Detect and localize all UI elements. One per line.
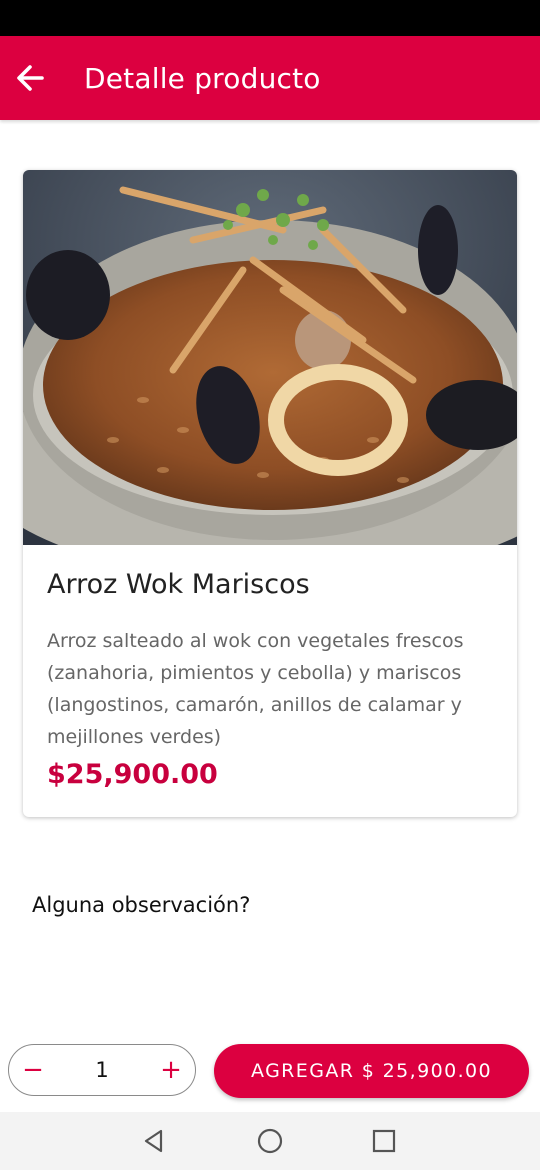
product-card: Arroz Wok Mariscos Arroz salteado al wok… xyxy=(23,170,517,817)
status-bar xyxy=(0,0,540,36)
quantity-value: 1 xyxy=(95,1058,109,1082)
add-to-cart-button[interactable]: AGREGAR $ 25,900.00 xyxy=(214,1044,529,1098)
product-description: Arroz salteado al wok con vegetales fres… xyxy=(47,630,464,748)
nav-back-button[interactable] xyxy=(139,1126,169,1156)
product-image xyxy=(23,170,517,545)
product-name: Arroz Wok Mariscos xyxy=(47,569,310,600)
back-button[interactable] xyxy=(0,48,60,108)
app-bar: Detalle producto xyxy=(0,36,540,120)
page-title: Detalle producto xyxy=(84,61,321,95)
nav-recents-button[interactable] xyxy=(369,1126,399,1156)
arrow-left-icon xyxy=(17,65,44,91)
observation-label: Alguna observación? xyxy=(32,893,251,917)
nav-home-button[interactable] xyxy=(255,1126,285,1156)
increment-button[interactable]: + xyxy=(147,1044,195,1096)
square-recents-icon xyxy=(372,1129,396,1153)
triangle-back-icon xyxy=(144,1129,163,1153)
system-nav-bar xyxy=(0,1112,540,1170)
decrement-button[interactable]: − xyxy=(9,1044,57,1096)
quantity-stepper: − 1 + xyxy=(8,1044,196,1096)
circle-home-icon xyxy=(257,1128,283,1154)
product-price: $25,900.00 xyxy=(47,759,218,790)
